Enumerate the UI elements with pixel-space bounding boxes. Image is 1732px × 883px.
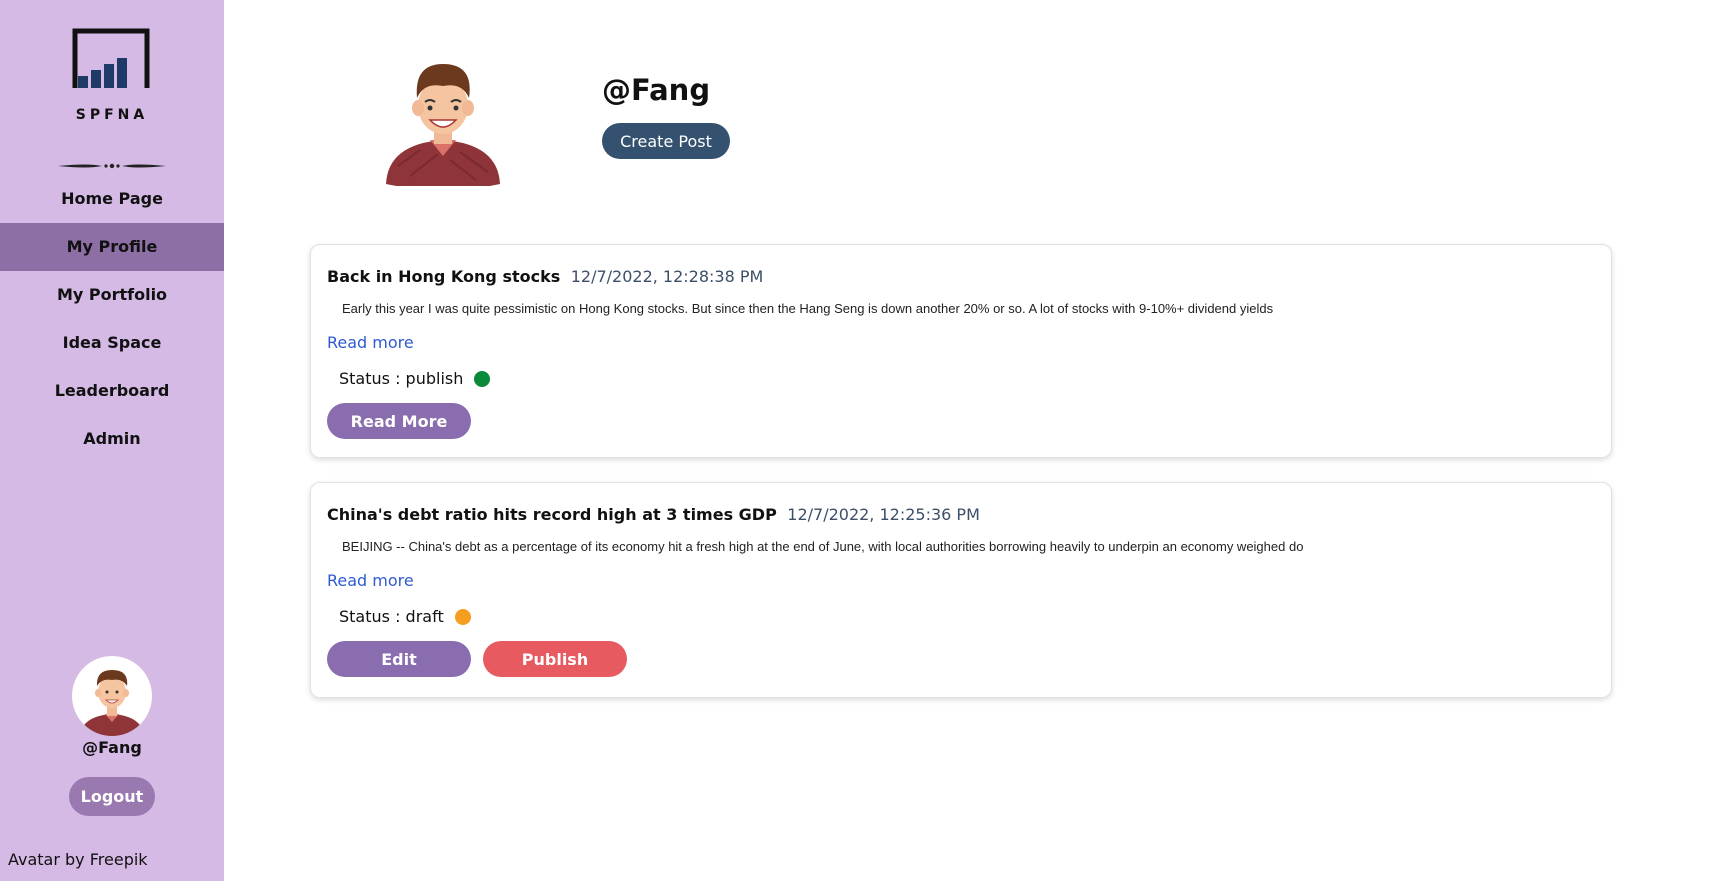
post-excerpt: BEIJING -- China's debt as a percentage … [342, 539, 1304, 554]
status-dot-icon [454, 608, 471, 625]
sidebar-item-my-profile[interactable]: My Profile [0, 223, 224, 271]
sidebar-avatar[interactable] [72, 656, 152, 736]
sidebar-nav: Home Page My Profile My Portfolio Idea S… [0, 175, 224, 463]
user-avatar-icon [80, 670, 144, 736]
post-card: Back in Hong Kong stocks 12/7/2022, 12:2… [310, 244, 1612, 458]
profile-username: @Fang [602, 73, 711, 107]
logout-button[interactable]: Logout [69, 777, 155, 816]
post-date: 12/7/2022, 12:28:38 PM [570, 267, 764, 286]
post-excerpt: Early this year I was quite pessimistic … [342, 301, 1274, 316]
post-status: Status : draft [339, 607, 471, 626]
read-more-link[interactable]: Read more [327, 333, 414, 352]
post-card: China's debt ratio hits record high at 3… [310, 482, 1612, 698]
status-label: Status : draft [339, 607, 444, 626]
post-status: Status : publish [339, 369, 491, 388]
ornament-divider [58, 163, 166, 169]
status-dot-icon [474, 370, 491, 387]
post-date: 12/7/2022, 12:25:36 PM [787, 505, 980, 524]
logo-text: SPFNA [76, 107, 148, 123]
create-post-button[interactable]: Create Post [602, 123, 730, 159]
sidebar-item-my-portfolio[interactable]: My Portfolio [0, 271, 224, 319]
post-header: Back in Hong Kong stocks 12/7/2022, 12:2… [327, 267, 763, 287]
sidebar-username: @Fang [82, 738, 142, 757]
read-more-link[interactable]: Read more [327, 571, 414, 590]
profile-avatar-icon [386, 64, 500, 186]
post-header: China's debt ratio hits record high at 3… [327, 505, 980, 525]
read-more-button[interactable]: Read More [327, 403, 471, 439]
spfna-logo[interactable]: SPFNA [72, 28, 152, 124]
sidebar-item-home-page[interactable]: Home Page [0, 175, 224, 223]
edit-button[interactable]: Edit [327, 641, 471, 677]
post-title: Back in Hong Kong stocks [327, 267, 561, 286]
sidebar: SPFNA Home Page My Profile My Portfolio … [0, 0, 224, 881]
sidebar-item-idea-space[interactable]: Idea Space [0, 319, 224, 367]
sidebar-item-admin[interactable]: Admin [0, 415, 224, 463]
avatar-credit: Avatar by Freepik [8, 850, 148, 869]
status-label: Status : publish [339, 369, 464, 388]
sidebar-item-leaderboard[interactable]: Leaderboard [0, 367, 224, 415]
post-title: China's debt ratio hits record high at 3… [327, 505, 777, 524]
publish-button[interactable]: Publish [483, 641, 627, 677]
